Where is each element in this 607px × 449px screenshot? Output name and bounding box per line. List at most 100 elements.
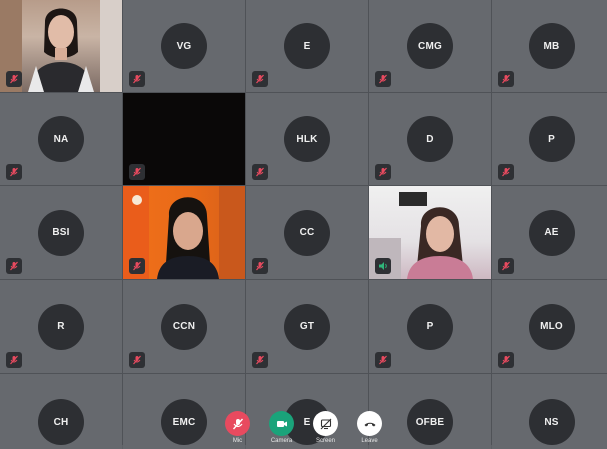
leave-label: Leave bbox=[361, 438, 378, 444]
speaking-indicator bbox=[375, 258, 391, 274]
mic-off-icon bbox=[133, 74, 141, 84]
participant-avatar: BSI bbox=[38, 209, 84, 256]
participant-tile-active-speaker[interactable] bbox=[369, 186, 491, 279]
participant-tile-video-1[interactable] bbox=[0, 0, 122, 92]
participant-avatar: NS bbox=[528, 399, 575, 445]
muted-indicator bbox=[252, 352, 268, 368]
participant-tile[interactable]: P bbox=[492, 93, 607, 185]
participant-avatar: D bbox=[407, 116, 453, 162]
participant-avatar: MB bbox=[528, 23, 575, 69]
mic-off-icon bbox=[10, 355, 18, 365]
participant-avatar: EMC bbox=[161, 399, 207, 445]
mic-off-icon bbox=[256, 261, 264, 271]
mic-toggle[interactable]: Mic bbox=[225, 411, 250, 444]
camera-toggle[interactable]: Camera bbox=[269, 411, 294, 444]
participant-tile[interactable]: R bbox=[0, 280, 122, 373]
participant-tile[interactable]: GT bbox=[246, 280, 368, 373]
participant-avatar: E bbox=[284, 23, 330, 69]
participant-tile[interactable]: NS bbox=[492, 374, 607, 449]
participant-avatar: OFBE bbox=[407, 399, 453, 445]
mic-off-icon bbox=[232, 418, 243, 429]
participant-avatar: R bbox=[38, 303, 84, 350]
muted-indicator bbox=[375, 352, 391, 368]
participant-tile[interactable]: CCN bbox=[123, 280, 245, 373]
muted-indicator bbox=[129, 164, 145, 180]
muted-indicator bbox=[498, 352, 514, 368]
screen-share-toggle[interactable]: Screen bbox=[313, 411, 338, 444]
participant-avatar: AE bbox=[528, 209, 575, 256]
participant-tile[interactable]: D bbox=[369, 93, 491, 185]
mic-off-icon bbox=[379, 167, 387, 177]
participant-tile[interactable]: CMG bbox=[369, 0, 491, 92]
participant-avatar: MLO bbox=[528, 303, 575, 350]
mic-off-icon bbox=[133, 355, 141, 365]
mic-off-icon bbox=[502, 355, 510, 365]
muted-indicator bbox=[6, 164, 22, 180]
mic-label: Mic bbox=[232, 438, 243, 444]
speaker-volume-icon bbox=[378, 262, 387, 270]
muted-indicator bbox=[252, 71, 268, 87]
participant-grid: VG E CMG MB NA HLK D P BSI CC AE R CCN G… bbox=[0, 0, 607, 449]
camera-button[interactable] bbox=[269, 411, 294, 436]
mic-off-icon bbox=[502, 167, 510, 177]
camera-label: Camera bbox=[270, 438, 293, 444]
muted-indicator bbox=[252, 258, 268, 274]
muted-indicator bbox=[498, 258, 514, 274]
mic-off-icon bbox=[256, 74, 264, 84]
muted-indicator bbox=[6, 71, 22, 87]
leave-button[interactable] bbox=[357, 411, 382, 436]
mic-off-icon bbox=[10, 261, 18, 271]
mic-off-icon bbox=[379, 355, 387, 365]
participant-avatar: P bbox=[528, 116, 575, 162]
participant-tile[interactable]: MLO bbox=[492, 280, 607, 373]
muted-indicator bbox=[375, 164, 391, 180]
participant-tile[interactable]: NA bbox=[0, 93, 122, 185]
participant-avatar: VG bbox=[161, 23, 207, 69]
muted-indicator bbox=[129, 71, 145, 87]
participant-avatar: CH bbox=[38, 399, 84, 445]
mic-off-icon bbox=[133, 261, 141, 271]
participant-avatar: CCN bbox=[161, 303, 207, 350]
participant-tile[interactable]: BSI bbox=[0, 186, 122, 279]
muted-indicator bbox=[375, 71, 391, 87]
participant-avatar: GT bbox=[284, 303, 330, 350]
screen-label: Screen bbox=[315, 438, 335, 444]
mic-off-icon bbox=[502, 74, 510, 84]
participant-tile[interactable]: P bbox=[369, 280, 491, 373]
participant-avatar: CMG bbox=[407, 23, 453, 69]
screen-button[interactable] bbox=[313, 411, 338, 436]
mic-off-icon bbox=[10, 74, 18, 84]
muted-indicator bbox=[252, 164, 268, 180]
muted-indicator bbox=[129, 352, 145, 368]
participant-tile[interactable]: MB bbox=[492, 0, 607, 92]
mic-off-icon bbox=[10, 167, 18, 177]
phone-hangup-icon bbox=[364, 422, 375, 426]
mic-off-icon bbox=[256, 167, 264, 177]
leave-call[interactable]: Leave bbox=[357, 411, 382, 444]
participant-tile-video-2[interactable] bbox=[123, 186, 245, 279]
camera-icon bbox=[276, 420, 287, 427]
participant-tile[interactable]: VG bbox=[123, 0, 245, 92]
mic-off-icon bbox=[502, 261, 510, 271]
participant-avatar: CC bbox=[284, 209, 330, 256]
mic-off-icon bbox=[379, 74, 387, 84]
muted-indicator bbox=[498, 71, 514, 87]
mic-button[interactable] bbox=[225, 411, 250, 436]
muted-indicator bbox=[129, 258, 145, 274]
participant-tile[interactable]: CC bbox=[246, 186, 368, 279]
mic-off-icon bbox=[256, 355, 264, 365]
participant-tile[interactable]: E bbox=[246, 0, 368, 92]
participant-tile[interactable]: OFBE bbox=[369, 374, 491, 449]
participant-tile[interactable]: E bbox=[246, 374, 368, 449]
participant-avatar: NA bbox=[38, 116, 84, 162]
muted-indicator bbox=[498, 164, 514, 180]
participant-avatar: HLK bbox=[284, 116, 330, 162]
screen-share-off-icon bbox=[320, 418, 331, 429]
muted-indicator bbox=[6, 352, 22, 368]
mic-off-icon bbox=[133, 167, 141, 177]
participant-tile-video-off[interactable] bbox=[123, 93, 245, 185]
participant-tile[interactable]: CH bbox=[0, 374, 122, 449]
participant-tile[interactable]: AE bbox=[492, 186, 607, 279]
participant-tile[interactable]: HLK bbox=[246, 93, 368, 185]
participant-avatar: P bbox=[407, 303, 453, 350]
